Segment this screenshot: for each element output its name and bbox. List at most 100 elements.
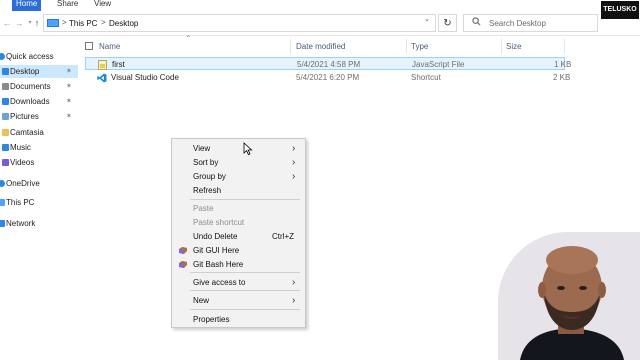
menu-item-label: Git Bash Here [193, 260, 244, 269]
file-type: Shortcut [411, 73, 441, 82]
nav-item-label: Pictures [10, 112, 39, 121]
menu-item-sort-by[interactable]: Sort by › [172, 156, 305, 169]
network-icon [0, 220, 5, 227]
nav-item-onedrive[interactable]: OneDrive [0, 177, 78, 190]
sort-caret-icon: ⌃ [185, 34, 192, 43]
nav-item-music[interactable]: Music [0, 141, 78, 154]
menu-item-paste: Paste [172, 202, 305, 215]
column-divider[interactable] [406, 39, 407, 54]
chevron-right-icon: › [292, 171, 296, 182]
menu-item-label: Sort by [193, 158, 219, 167]
nav-item-label: Desktop [10, 67, 40, 76]
pin-icon[interactable]: ✶ [66, 65, 72, 78]
menu-item-paste-shortcut: Paste shortcut [172, 216, 305, 229]
nav-item-label: Documents [10, 82, 51, 91]
nav-item-label: Downloads [10, 97, 50, 106]
menu-item-label: Give access to [193, 278, 246, 287]
tab-home[interactable]: Home [12, 0, 42, 11]
breadcrumb-separator: > [62, 18, 67, 27]
chevron-right-icon: › [292, 143, 296, 154]
git-icon [179, 261, 187, 268]
nav-item-network[interactable]: Network [0, 217, 78, 230]
address-bar[interactable]: > This PC > Desktop [43, 14, 436, 32]
tab-share[interactable]: Share [57, 0, 78, 11]
column-divider[interactable] [501, 39, 502, 54]
menu-separator [190, 309, 300, 310]
nav-item-documents[interactable]: Documents ✶ [0, 80, 78, 93]
menu-item-label: View [193, 144, 211, 153]
column-divider[interactable] [564, 39, 565, 54]
nav-item-this-pc[interactable]: This PC [0, 196, 78, 209]
menu-item-group-by[interactable]: Group by › [172, 170, 305, 183]
menu-item-give-access-to[interactable]: Give access to › [172, 276, 305, 289]
pictures-icon [2, 113, 9, 120]
breadcrumb-desktop[interactable]: Desktop [109, 19, 138, 28]
file-row[interactable]: first 5/4/2021 4:58 PM JavaScript File 1… [85, 57, 571, 70]
presenter-photo [498, 232, 640, 360]
file-name: Visual Studio Code [111, 73, 179, 82]
chevron-right-icon: › [292, 295, 296, 306]
nav-item-label: OneDrive [6, 179, 40, 188]
nav-item-camtasia[interactable]: Camtasia [0, 126, 78, 139]
search-box[interactable] [463, 14, 598, 32]
nav-item-label: This PC [6, 198, 35, 207]
vscode-icon [97, 73, 107, 83]
menu-item-git-gui-here[interactable]: Git GUI Here [172, 244, 305, 257]
downloads-icon [2, 98, 9, 105]
chevron-right-icon: › [292, 277, 296, 288]
refresh-icon[interactable]: ↻ [438, 14, 457, 32]
pin-icon[interactable]: ✶ [66, 80, 72, 93]
select-all-checkbox[interactable] [85, 42, 93, 50]
back-arrow-icon[interactable]: ← [2, 17, 12, 29]
menu-item-view[interactable]: View › [172, 142, 305, 155]
js-file-icon [98, 60, 107, 70]
nav-item-quick-access[interactable]: Quick access [0, 50, 78, 63]
nav-item-pictures[interactable]: Pictures ✶ [0, 110, 78, 123]
forward-arrow-icon[interactable]: → [14, 17, 24, 29]
desktop-icon [2, 68, 9, 75]
file-type: JavaScript File [412, 60, 465, 69]
breadcrumb-separator: > [101, 18, 106, 27]
menu-item-undo-delete[interactable]: Undo Delete Ctrl+Z [172, 230, 305, 243]
file-size: 2 KB [553, 73, 571, 82]
menu-item-label: Group by [193, 172, 226, 181]
column-header-type[interactable]: Type [411, 39, 428, 54]
pin-icon[interactable]: ✶ [66, 95, 72, 108]
file-size: 1 KB [554, 60, 572, 69]
star-icon [0, 53, 5, 60]
nav-item-videos[interactable]: Videos [0, 156, 78, 169]
webcam-overlay [498, 232, 640, 360]
nav-item-desktop[interactable]: Desktop ✶ [0, 65, 78, 78]
address-dropdown-icon[interactable]: ⌄ [424, 15, 430, 23]
onedrive-icon [0, 180, 5, 187]
folder-icon [2, 129, 9, 136]
pin-icon[interactable]: ✶ [66, 110, 72, 123]
navigation-pane: Quick access Desktop ✶ Documents ✶ Downloads ✶… [0, 37, 78, 360]
menu-item-refresh[interactable]: Refresh [172, 184, 305, 197]
menu-item-label: Git GUI Here [193, 246, 240, 255]
menu-item-properties[interactable]: Properties [172, 313, 305, 326]
column-header-date[interactable]: Date modified [296, 39, 345, 54]
tab-view[interactable]: View [94, 0, 111, 11]
file-date: 5/4/2021 6:20 PM [296, 73, 360, 82]
file-list: ⌃ Name Date modified Type Size first 5/4… [80, 34, 571, 97]
column-divider[interactable] [290, 39, 291, 54]
nav-item-downloads[interactable]: Downloads ✶ [0, 95, 78, 108]
nav-item-label: Camtasia [10, 128, 44, 137]
breadcrumb-this-pc[interactable]: This PC [69, 19, 97, 28]
nav-item-label: Music [10, 143, 31, 152]
menu-item-label: Paste shortcut [193, 218, 245, 227]
menu-item-label: Properties [193, 315, 230, 324]
menu-item-new[interactable]: New › [172, 294, 305, 307]
nav-item-label: Quick access [6, 52, 54, 61]
menu-item-git-bash-here[interactable]: Git Bash Here [172, 258, 305, 271]
up-arrow-icon[interactable]: ↑ [32, 17, 42, 29]
menu-item-label: Undo Delete [193, 232, 238, 241]
menu-item-label: New [193, 296, 210, 305]
search-input[interactable] [489, 17, 594, 29]
file-row[interactable]: Visual Studio Code 5/4/2021 6:20 PM Shor… [85, 71, 570, 84]
column-header-size[interactable]: Size [506, 39, 522, 54]
column-header-name[interactable]: Name [99, 39, 120, 54]
brand-logo: TELUSKO [600, 0, 640, 20]
videos-icon [2, 159, 9, 166]
